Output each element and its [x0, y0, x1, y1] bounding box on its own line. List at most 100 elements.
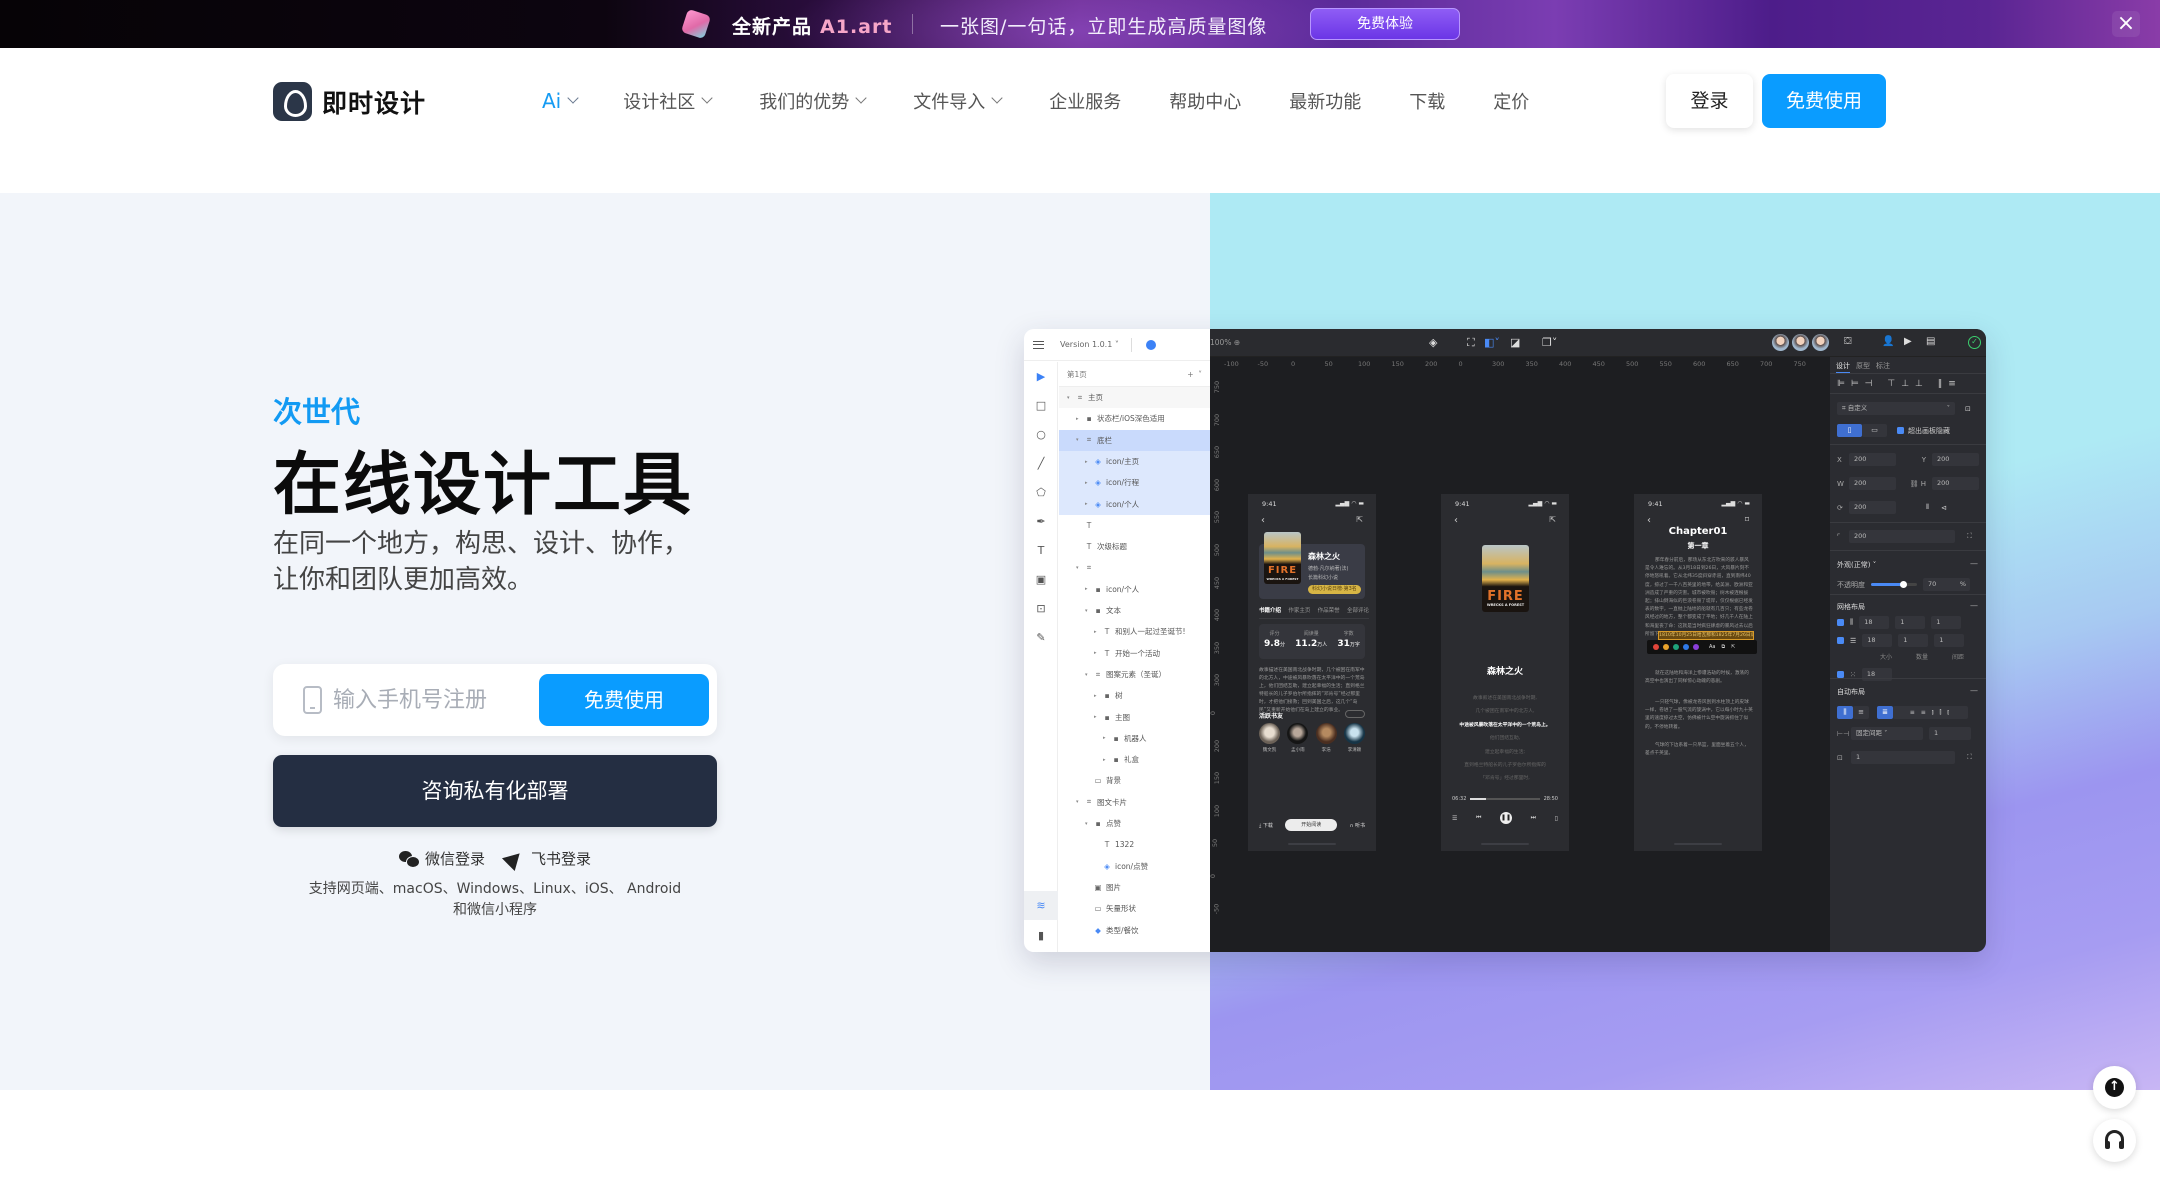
layer-row[interactable]: ▾ ▪ 点赞 — [1059, 813, 1210, 834]
width-field[interactable]: 200 — [1849, 477, 1896, 490]
opacity-field[interactable]: 70% — [1923, 578, 1970, 591]
alignment-options[interactable]: ≡ ≡ ⫾ ⫿ ⫾ — [1893, 706, 1968, 719]
fit-frame-icon[interactable]: ⊡ — [1965, 405, 1971, 413]
caret-icon[interactable]: ▸ — [1085, 459, 1093, 465]
avatar[interactable] — [1772, 334, 1789, 351]
grid-enabled-checkbox[interactable] — [1837, 671, 1844, 678]
align-tools[interactable]: ⊫⊨⊣ ⊤⊥⊥ ‖≡ — [1837, 379, 1962, 389]
free-use-button[interactable]: 免费使用 — [539, 674, 709, 726]
layer-row[interactable]: ▸ T 和别人一起过圣诞节! — [1059, 621, 1210, 642]
flip-vertical-icon[interactable]: ⊲ — [1941, 504, 1947, 512]
portrait-toggle[interactable]: ▯ — [1837, 424, 1862, 437]
boolean-icon[interactable]: ◧˅ — [1484, 336, 1500, 349]
phone-number-input[interactable] — [333, 682, 533, 718]
polygon-tool-icon[interactable]: ⬠ — [1024, 478, 1058, 507]
caret-icon[interactable]: ▾ — [1085, 672, 1093, 678]
nav-item-6[interactable]: 最新功能 — [1289, 88, 1361, 114]
caret-icon[interactable]: ▾ — [1085, 821, 1093, 827]
layer-row[interactable]: T 1322 — [1059, 834, 1210, 855]
grid-gap-field[interactable]: 1 — [1934, 634, 1965, 647]
layer-row[interactable]: ◆ 类型/餐饮 — [1059, 919, 1210, 940]
folder-icon[interactable]: ▮ — [1024, 921, 1058, 950]
ellipse-tool-icon[interactable]: ○ — [1024, 420, 1058, 449]
layer-row[interactable]: ▸ T 开始一个活动 — [1059, 643, 1210, 664]
properties-tab[interactable]: 标注 — [1876, 358, 1890, 373]
horizontal-layout-toggle[interactable]: ⫼ — [1837, 706, 1853, 719]
frame-tool-icon[interactable]: ⊡ — [1024, 594, 1058, 623]
layer-row[interactable]: ▣ 图片 — [1059, 877, 1210, 898]
spacing-value-field[interactable]: 1 — [1929, 727, 1971, 740]
caret-icon[interactable]: ▾ — [1067, 395, 1075, 401]
clip-content-checkbox[interactable] — [1897, 427, 1904, 434]
promo-banner[interactable]: 全新产品 A1.art 一张图/一句话，立即生成高质量图像 免费体验 × — [0, 0, 2160, 48]
assets-icon[interactable]: ⛋ — [1844, 336, 1852, 347]
collapse-icon[interactable]: — — [1970, 686, 1978, 695]
layer-row[interactable]: ▸ ▪ 机器人 — [1059, 728, 1210, 749]
grid-count-field[interactable]: 1 — [1895, 616, 1926, 629]
play-prototype-icon[interactable]: ▶ — [1904, 336, 1912, 347]
comment-bubble-icon[interactable] — [1145, 339, 1156, 350]
caret-icon[interactable]: ▾ — [1076, 565, 1084, 571]
nav-item-1[interactable]: 设计社区 — [623, 88, 713, 114]
layer-row[interactable]: T 次级标题 — [1059, 536, 1210, 557]
layer-row[interactable]: ▸ ◈ icon/主页 — [1059, 450, 1210, 473]
phone-screen-book-detail[interactable]: 9:41 ▂▄▆ ◠ ▬ ‹ ⇱ FIRE WRECKS A FOREST 森林… — [1248, 494, 1376, 851]
caret-icon[interactable]: ▸ — [1094, 693, 1102, 699]
y-field[interactable]: 200 — [1932, 453, 1979, 466]
component-icon[interactable]: ◈ — [1429, 336, 1437, 349]
layer-row[interactable]: ▾ ⌗ 图案元素（圣诞） — [1059, 664, 1210, 685]
spacing-mode-select[interactable]: 固定间距 ˅ — [1851, 727, 1923, 740]
avatar[interactable] — [1812, 334, 1829, 351]
login-button[interactable]: 登录 — [1666, 74, 1753, 128]
caret-icon[interactable]: ▾ — [1076, 437, 1084, 443]
layer-row[interactable]: ▾ ⌗ 主页 — [1059, 387, 1210, 409]
vertical-layout-toggle[interactable]: ≡ — [1853, 706, 1869, 719]
layer-row[interactable]: T — [1059, 515, 1210, 536]
caret-icon[interactable]: ▾ — [1076, 799, 1084, 805]
layer-row[interactable]: ▸ ◈ icon/行程 — [1059, 472, 1210, 494]
layer-row[interactable]: ▸ ▪ 状态栏/iOS深色适用 — [1059, 408, 1210, 429]
radius-field[interactable]: 200 — [1849, 530, 1955, 543]
image-tool-icon[interactable]: ▣ — [1024, 565, 1058, 594]
line-tool-icon[interactable]: ╱ — [1024, 449, 1058, 478]
layer-stack-icon[interactable]: ❐˅ — [1542, 336, 1557, 349]
move-tool-icon[interactable]: ▶ — [1024, 362, 1058, 391]
collapse-icon[interactable]: — — [1970, 601, 1978, 610]
banner-close-icon[interactable]: × — [2112, 11, 2140, 37]
mask-icon[interactable]: ◪ — [1510, 336, 1520, 349]
appearance-dropdown[interactable]: 外观(正常) ˅ — [1837, 560, 1876, 570]
layers-icon[interactable]: ≋ — [1024, 891, 1058, 920]
zoom-level[interactable]: 100% ⊕ — [1210, 338, 1240, 347]
layer-row[interactable]: ▭ 背景 — [1059, 770, 1210, 791]
phone-screen-audio-player[interactable]: 9:41 ▂▄▆ ◠ ▬ ‹ ⇱ FIRE WRECKS A FOREST 森林… — [1441, 494, 1569, 851]
lock-ratio-icon[interactable]: ⛓ H — [1896, 480, 1926, 488]
pen-tool-icon[interactable]: ✒ — [1024, 507, 1058, 536]
layer-row[interactable]: ▸ ▪ 树 — [1059, 685, 1210, 706]
layer-row[interactable]: ▾ ▪ 文本 — [1059, 600, 1210, 621]
caret-icon[interactable]: ▸ — [1076, 416, 1084, 422]
page-selector[interactable]: 第1页 + ˅ — [1059, 362, 1210, 387]
properties-tab[interactable]: 原型 — [1856, 358, 1870, 373]
text-tool-icon[interactable]: T — [1024, 536, 1058, 565]
rotation-field[interactable]: 200 — [1849, 501, 1896, 514]
layout-icon[interactable]: ▤ — [1926, 336, 1935, 347]
layer-row[interactable]: ▸ ▪ icon/个人 — [1059, 579, 1210, 600]
grid-count-field[interactable]: 1 — [1898, 634, 1929, 647]
height-field[interactable]: 200 — [1932, 477, 1979, 490]
layer-row[interactable]: ▭ 矢量形状 — [1059, 898, 1210, 919]
layer-row[interactable]: ▾ ⌗ 底栏 — [1059, 429, 1210, 451]
caret-icon[interactable]: ▸ — [1103, 757, 1111, 763]
caret-icon[interactable]: ▸ — [1085, 586, 1093, 592]
layer-row[interactable]: ▾ ⌗ 图文卡片 — [1059, 792, 1210, 813]
properties-tab[interactable]: 设计 — [1836, 358, 1850, 373]
nav-item-2[interactable]: 我们的优势 — [759, 88, 867, 114]
caret-icon[interactable]: ▾ — [1085, 608, 1093, 614]
rectangle-tool-icon[interactable]: □ — [1024, 391, 1058, 420]
opacity-slider[interactable] — [1871, 581, 1917, 588]
nav-item-0[interactable]: Ai — [542, 89, 579, 113]
add-page-icon[interactable]: + ˅ — [1187, 370, 1202, 379]
private-deployment-button[interactable]: 咨询私有化部署 — [273, 755, 717, 827]
grid-enabled-checkbox[interactable] — [1837, 619, 1844, 626]
nav-item-3[interactable]: 文件导入 — [913, 88, 1003, 114]
grid-gap-field[interactable]: 1 — [1931, 616, 1962, 629]
